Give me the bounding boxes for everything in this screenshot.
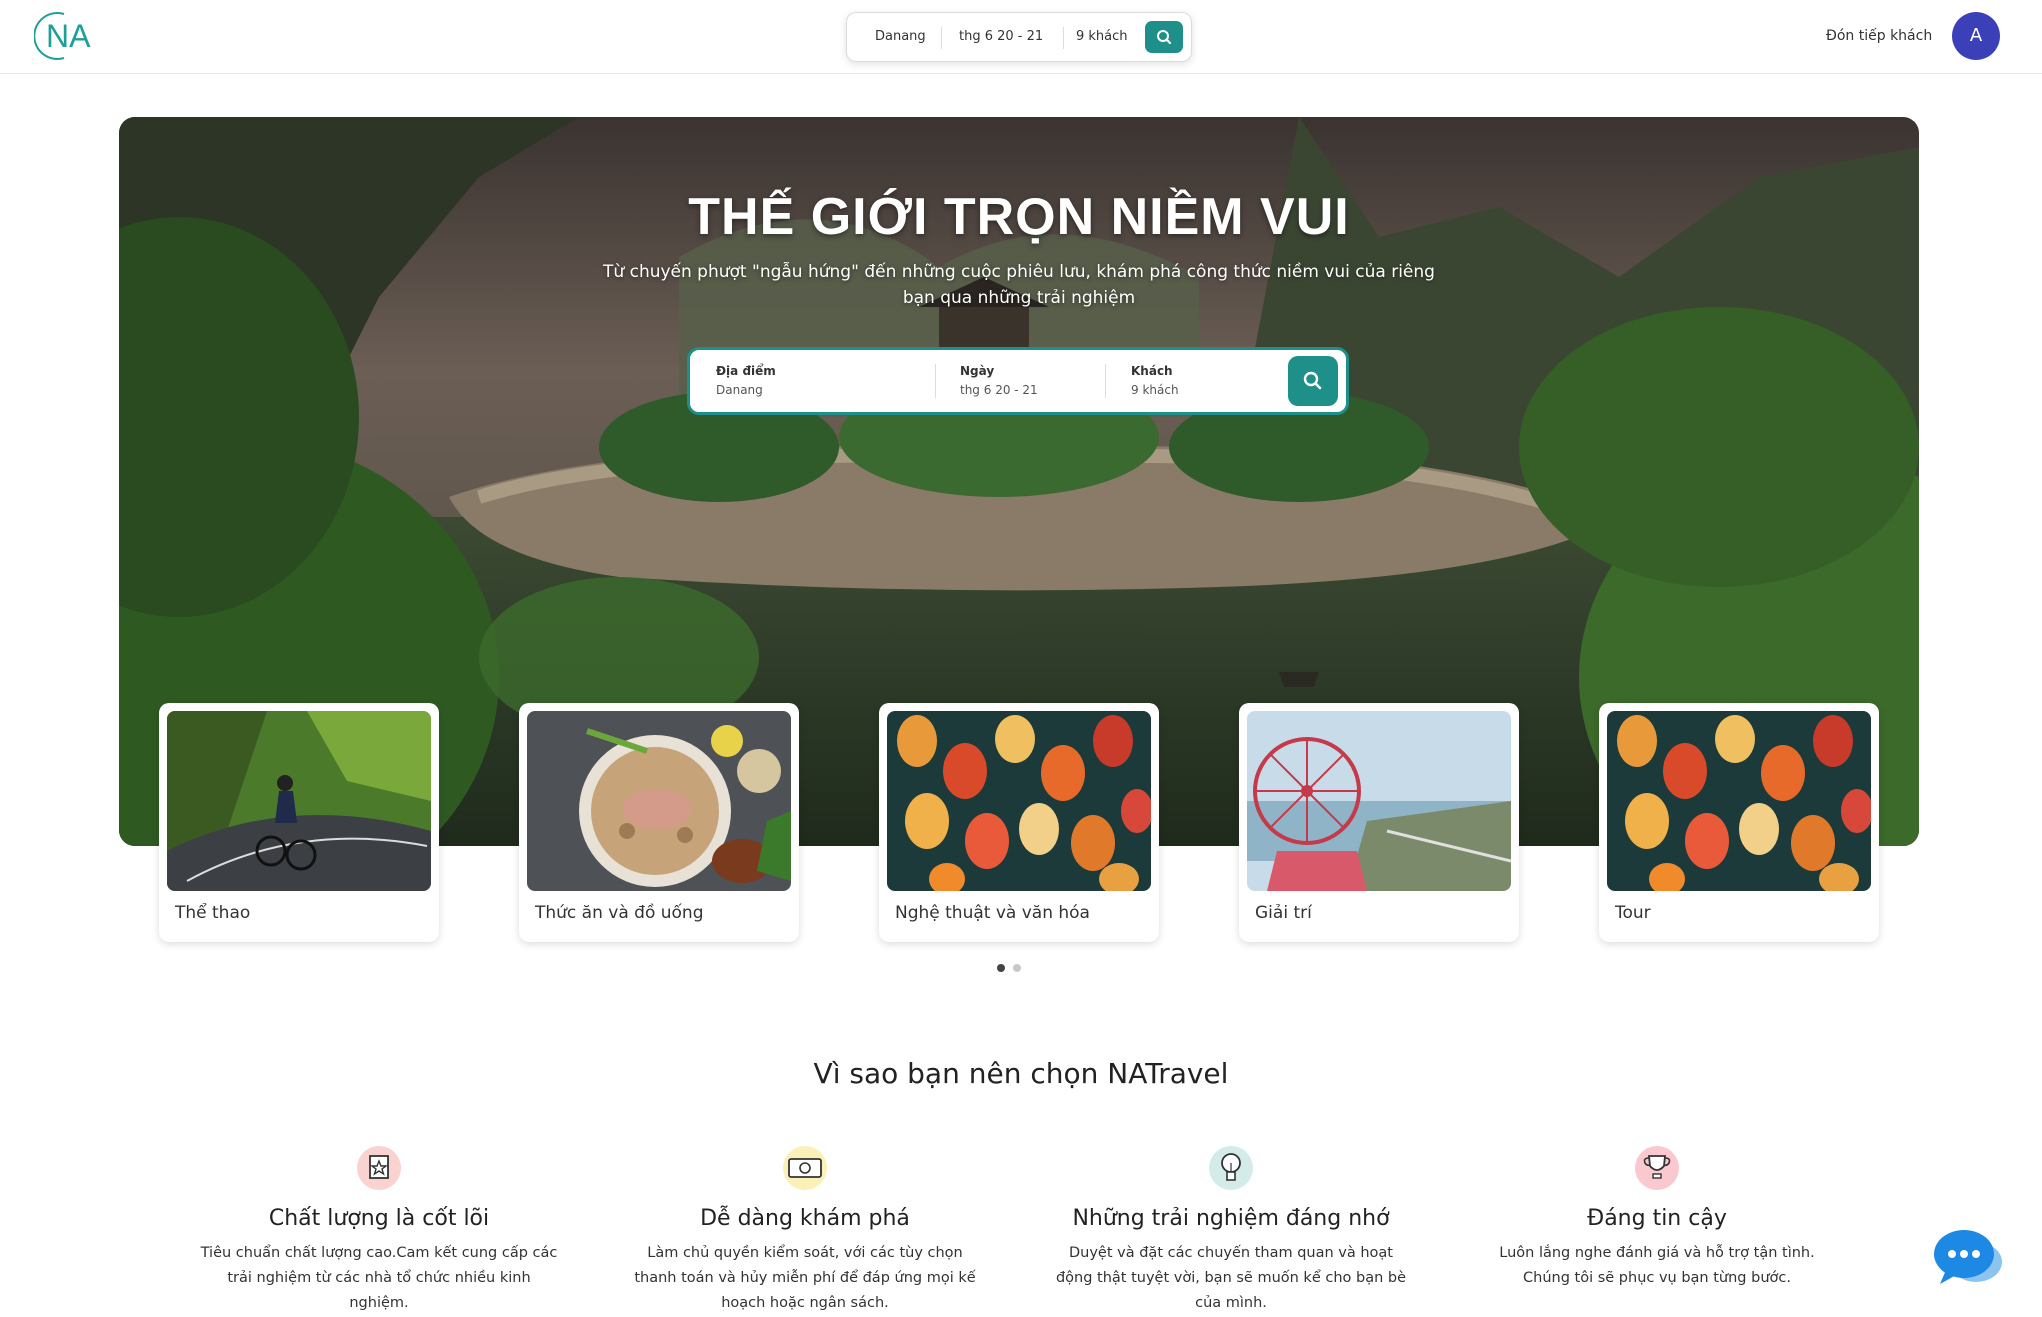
location-value: Danang [716,383,763,397]
location-field[interactable]: Địa điểm Danang [716,364,776,397]
feature-easy-explore: Dễ dàng khám phá Làm chủ quyền kiểm soát… [615,1144,995,1316]
logo-text: NA [46,18,91,54]
hero-subtitle: Từ chuyến phượt "ngẫu hứng" đến những cu… [603,262,1435,308]
feature-memorable-experiences: Những trải nghiệm đáng nhớ Duyệt và đặt … [1041,1144,1421,1316]
divider [1063,27,1064,49]
quality-badge-icon [355,1144,403,1192]
chat-support-button[interactable] [1932,1228,2006,1290]
header-search-button[interactable] [1145,21,1183,53]
feature-trustworthy: Đáng tin cậy Luôn lắng nghe đánh giá và … [1467,1144,1847,1291]
feature-quality: Chất lượng là cốt lõi Tiêu chuẩn chất lư… [189,1144,569,1316]
hero-search-button[interactable] [1288,356,1338,406]
category-label: Thức ăn và đồ uống [535,903,704,923]
date-label: Ngày [960,364,995,378]
category-label: Giải trí [1255,903,1312,923]
header-search-guests[interactable]: 9 khách [1076,29,1128,44]
chat-bubble-icon [1934,1230,2002,1284]
divider [935,364,936,398]
feature-description: Luôn lắng nghe đánh giá và hỗ trợ tận tì… [1499,1245,1815,1286]
category-label: Tour [1615,903,1651,923]
divider [1105,364,1106,398]
header-search-location[interactable]: Danang [875,29,926,44]
search-icon [1157,30,1172,45]
category-card-food-drink[interactable]: Thức ăn và đồ uống [519,703,799,942]
guests-label: Khách [1131,364,1173,378]
category-label: Nghệ thuật và văn hóa [895,903,1090,923]
why-section-title: Vì sao bạn nên chọn NATravel [813,1057,1229,1090]
feature-title: Đáng tin cậy [1587,1206,1727,1231]
category-card-tour[interactable]: Tour [1599,703,1879,942]
cyclist-photo [167,711,431,891]
category-card-entertainment[interactable]: Giải trí [1239,703,1519,942]
money-icon [781,1144,829,1192]
header-search-bar[interactable]: Danang thg 6 20 - 21 9 khách [846,12,1192,62]
host-guests-link[interactable]: Đón tiếp khách [1826,28,1932,44]
feature-title: Những trải nghiệm đáng nhớ [1072,1206,1390,1231]
ferris-wheel-photo [1247,711,1511,891]
lanterns-photo [887,711,1151,891]
carousel-dot[interactable] [1013,964,1021,972]
category-card-sports[interactable]: Thể thao [159,703,439,942]
location-label: Địa điểm [716,364,776,378]
feature-description: Tiêu chuẩn chất lượng cao.Cam kết cung c… [200,1245,558,1311]
header-search-date[interactable]: thg 6 20 - 21 [959,29,1043,44]
lanterns-photo [1607,711,1871,891]
feature-title: Chất lượng là cốt lõi [268,1206,490,1231]
natravel-logo[interactable]: NA [34,10,100,62]
feature-description: Duyệt và đặt các chuyến tham quan và hoạ… [1055,1245,1407,1311]
guests-field[interactable]: Khách 9 khách [1131,364,1179,397]
pho-bowl-photo [527,711,791,891]
category-card-art-culture[interactable]: Nghệ thuật và văn hóa [879,703,1159,942]
feature-description: Làm chủ quyền kiểm soát, với các tùy chọ… [634,1245,976,1311]
category-label: Thể thao [175,903,251,923]
date-field[interactable]: Ngày thg 6 20 - 21 [960,364,1038,397]
user-avatar[interactable]: A [1952,12,2000,60]
top-navbar: NA Danang thg 6 20 - 21 9 khách Đón tiếp… [0,0,2042,74]
guests-value: 9 khách [1131,383,1179,397]
feature-title: Dễ dàng khám phá [700,1206,910,1231]
lightbulb-icon [1207,1144,1255,1192]
carousel-dot-active[interactable] [997,964,1005,972]
hero-title: THẾ GIỚI TRỌN NIỀM VUI [688,188,1350,246]
hero-search-box[interactable]: Địa điểm Danang Ngày thg 6 20 - 21 Khách… [687,347,1349,415]
date-value: thg 6 20 - 21 [960,383,1038,397]
divider [941,27,942,49]
search-icon [1303,371,1322,390]
trophy-icon [1633,1144,1681,1192]
